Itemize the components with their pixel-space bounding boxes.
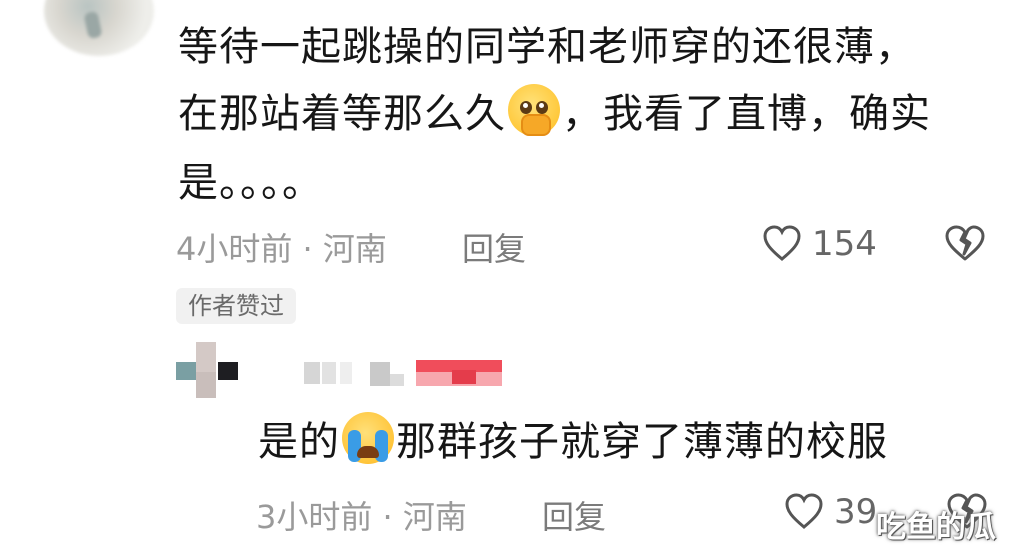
comment-text-segment: 在那站着等那么久 (178, 91, 506, 137)
reply-like-heart-icon[interactable] (784, 492, 824, 530)
broken-heart-icon[interactable] (944, 224, 986, 262)
reply-text: 是的 那群孩子就穿了薄薄的校服 (258, 410, 888, 474)
reply-reply-button[interactable]: 回复 (542, 492, 606, 538)
comment-time-location: 4小时前 · 河南 (176, 230, 387, 268)
comment-text-line-3: 是。。。。 (178, 160, 323, 206)
commenter-avatar[interactable] (44, 0, 154, 56)
reply-text-segment: 是的 (258, 419, 340, 465)
like-heart-icon[interactable] (762, 224, 802, 262)
reply-text-segment: 那群孩子就穿了薄薄的校服 (396, 419, 888, 465)
comment-text-line-2: 在那站着等那么久 ，我看了直博，确实 (178, 82, 931, 146)
reply-username[interactable] (304, 360, 502, 390)
hand-over-mouth-emoji-icon (508, 84, 560, 136)
watermark: 吃鱼的瓜 (876, 510, 996, 545)
reply-avatar[interactable] (176, 342, 238, 398)
comment-text-line-1: 等待一起跳操的同学和老师穿的还很薄， (178, 24, 916, 70)
author-liked-badge: 作者赞过 (176, 288, 296, 324)
loudly-crying-emoji-icon (342, 412, 394, 464)
like-count: 154 (812, 224, 877, 264)
reply-button[interactable]: 回复 (462, 224, 526, 270)
comment-text-segment: ，我看了直博，确实 (562, 91, 931, 137)
reply-time-location: 3小时前 · 河南 (256, 498, 467, 536)
reply-like-count: 39 (834, 492, 878, 532)
